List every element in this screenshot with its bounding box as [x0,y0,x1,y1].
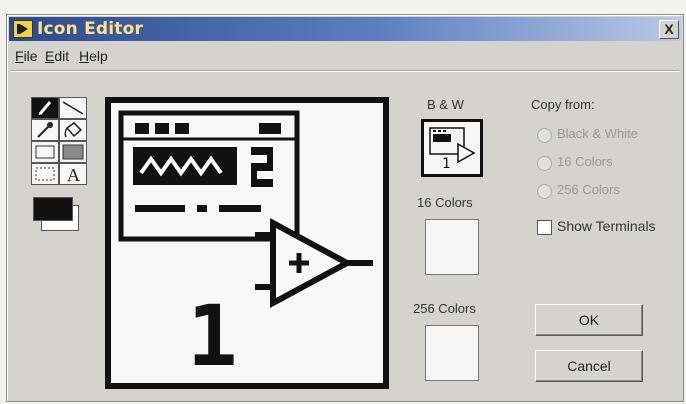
svg-text:1: 1 [442,156,450,172]
dropper-tool[interactable] [31,119,59,141]
bw-icon-thumbnail: 1 [429,127,476,172]
menu-help[interactable]: Help [79,48,108,64]
tool-palette: A [31,97,95,257]
c16-label: 16 Colors [417,195,473,210]
c16-icon-preview[interactable] [425,219,479,275]
line-tool[interactable] [59,97,87,119]
copy-256-label: 256 Colors [557,182,620,197]
svg-text:A: A [67,165,80,184]
labview-app-icon [13,20,33,38]
show-terminals-label: Show Terminals [557,218,656,234]
terminal-number: 1 [187,287,238,383]
marquee-icon [35,167,55,181]
show-terminals-checkbox[interactable] [537,220,552,235]
rectangle-tool[interactable] [31,141,59,163]
pencil-icon [38,101,52,116]
c256-label: 256 Colors [413,301,476,316]
text-A-icon: A [67,165,80,184]
menu-file[interactable]: File [15,48,38,64]
icon-edit-canvas[interactable]: 1 [111,103,383,385]
close-button[interactable]: X [659,20,679,39]
copy-256-radio[interactable] [537,184,552,199]
menu-divider [11,70,679,72]
copy-bw-radio[interactable] [537,128,552,143]
select-tool[interactable] [31,163,59,185]
c256-icon-preview[interactable] [425,325,479,381]
copy-16-label: 16 Colors [557,154,613,169]
bw-label: B & W [427,97,464,112]
rectangle-icon [35,145,55,159]
filled-rectangle-icon [62,144,84,160]
icon-pixel-art: 1 [118,110,373,385]
bw-icon-preview[interactable]: 1 [421,119,483,177]
copy-16-radio[interactable] [537,156,552,171]
cancel-button[interactable]: Cancel [535,350,643,382]
icon-edit-canvas-frame: 1 [105,97,389,389]
copy-from-label: Copy from: [531,97,595,112]
copy-bw-label: Black & White [557,126,638,141]
paint-bucket-icon [64,122,83,138]
pencil-tool[interactable] [31,97,59,119]
dropper-icon [37,122,53,138]
title-bar[interactable]: Icon Editor X [9,17,681,41]
window-title: Icon Editor [37,19,144,39]
menu-bar: File Edit Help [7,45,683,67]
text-tool[interactable]: A [59,163,87,185]
fill-tool[interactable] [59,119,87,141]
icon-editor-window: Icon Editor X File Edit Help A 1 B & W 1… [6,14,684,402]
foreground-color-swatch[interactable] [33,197,73,221]
filled-rectangle-tool[interactable] [59,141,87,163]
ok-button[interactable]: OK [535,304,643,336]
line-icon [62,101,84,115]
menu-edit[interactable]: Edit [45,48,69,64]
